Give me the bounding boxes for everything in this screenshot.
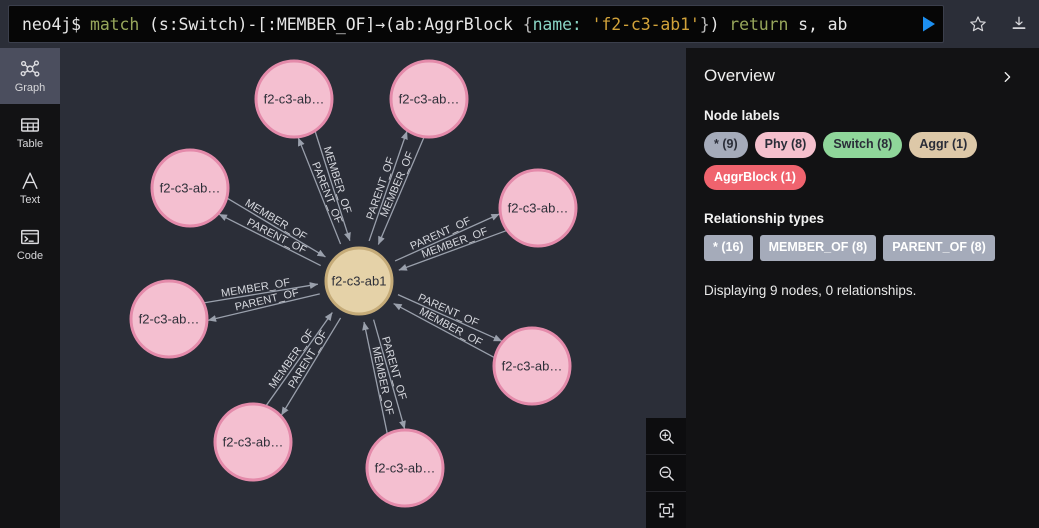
graph-node-circle[interactable] bbox=[365, 428, 445, 508]
graph-edge-label: MEMBER_OF bbox=[220, 277, 291, 300]
graph-node[interactable]: f2-c3-ab… bbox=[213, 402, 293, 482]
collapse-panel-button[interactable] bbox=[997, 67, 1017, 87]
graph-edge-label: PARENT_OF bbox=[416, 292, 481, 330]
graph-edge[interactable] bbox=[207, 293, 320, 322]
download-icon bbox=[1012, 16, 1026, 29]
graph-edge-label: PARENT_OF bbox=[286, 328, 330, 390]
node-label-chip[interactable]: Aggr (1) bbox=[909, 132, 978, 158]
graph-edge[interactable] bbox=[227, 197, 326, 258]
graph-center-node-circle[interactable] bbox=[324, 246, 394, 316]
play-icon bbox=[923, 16, 935, 32]
text-icon bbox=[22, 172, 38, 190]
graph-edge[interactable] bbox=[280, 317, 342, 416]
chevron-right-icon bbox=[1004, 71, 1011, 83]
graph-edge-label: PARENT_OF bbox=[309, 160, 344, 225]
graph-node[interactable]: f2-c3-ab… bbox=[129, 279, 209, 359]
graph-edge[interactable] bbox=[204, 282, 319, 304]
graph-node[interactable]: f2-c3-ab… bbox=[365, 428, 445, 508]
graph-edge[interactable] bbox=[372, 319, 406, 430]
graph-visualization[interactable]: MEMBER_OF PARENT_OF MEMBER_OF PARENT_OF MEMB… bbox=[60, 48, 686, 528]
graph-node-circle[interactable] bbox=[254, 59, 334, 139]
sidebar-item-graph[interactable]: Graph bbox=[0, 48, 60, 104]
node-label-chip[interactable]: Phy (8) bbox=[754, 132, 817, 158]
sidebar-item-text[interactable]: Text bbox=[0, 160, 60, 216]
graph-edge-label: PARENT_OF bbox=[245, 217, 309, 257]
overview-header: Overview bbox=[704, 66, 1017, 87]
query-editor[interactable]: neo4j$ match (s:Switch)-[:MEMBER_OF]→(ab… bbox=[8, 5, 944, 43]
relationship-types-title: Relationship types bbox=[704, 211, 825, 226]
graph-center-node[interactable]: f2-c3-ab1 bbox=[324, 246, 394, 316]
sidebar-item-label: Code bbox=[16, 250, 44, 262]
graph-node[interactable]: f2-c3-ab… bbox=[150, 148, 230, 228]
favorite-button[interactable] bbox=[966, 12, 990, 36]
node-label-chip[interactable]: AggrBlock (1) bbox=[704, 164, 806, 190]
zoom-controls bbox=[646, 418, 686, 528]
sidebar-item-code[interactable]: Code bbox=[0, 216, 60, 272]
sidebar-item-table[interactable]: Table bbox=[0, 104, 60, 160]
relationship-type-chip[interactable]: PARENT_OF (8) bbox=[883, 235, 995, 261]
sidebar-item-label: Graph bbox=[14, 82, 46, 94]
panel-title: Overview bbox=[704, 66, 775, 85]
code-icon bbox=[21, 229, 39, 245]
sidebar-item-label: Text bbox=[19, 194, 41, 206]
query-editor-bar: neo4j$ match (s:Switch)-[:MEMBER_OF]→(ab… bbox=[0, 0, 1039, 48]
node-labels-title: Node labels bbox=[704, 108, 780, 123]
editor-prompt: neo4j$ bbox=[22, 14, 82, 34]
star-icon bbox=[970, 16, 986, 32]
view-mode-rail: Graph Table Text Code bbox=[0, 48, 60, 528]
graph-edge-label: MEMBER_OF bbox=[420, 225, 490, 260]
graph-node[interactable]: f2-c3-ab… bbox=[389, 59, 469, 139]
graph-edge[interactable] bbox=[218, 213, 321, 267]
relationship-type-chip[interactable]: MEMBER_OF (8) bbox=[759, 235, 877, 261]
neo4j-browser-window: neo4j$ match (s:Switch)-[:MEMBER_OF]→(ab… bbox=[0, 0, 1039, 528]
fit-to-screen-button[interactable] bbox=[646, 491, 686, 528]
zoom-in-icon bbox=[659, 429, 674, 444]
zoom-out-button[interactable] bbox=[646, 454, 686, 491]
node-labels-chip-list: * (9) Phy (8) Switch (8) Aggr (1) AggrBlock … bbox=[704, 132, 1017, 190]
graph-edge[interactable] bbox=[368, 130, 408, 242]
table-icon bbox=[21, 118, 39, 132]
graph-edge[interactable] bbox=[398, 230, 507, 271]
fit-to-screen-icon bbox=[658, 502, 674, 518]
run-query-button[interactable] bbox=[916, 11, 942, 37]
graph-node[interactable]: f2-c3-ab… bbox=[492, 326, 572, 406]
graph-node-circle[interactable] bbox=[498, 168, 578, 248]
download-button[interactable] bbox=[1007, 12, 1031, 36]
node-label-chip[interactable]: * (9) bbox=[704, 132, 748, 158]
graph-edge[interactable] bbox=[394, 213, 500, 262]
status-text: Displaying 9 nodes, 0 relationships. bbox=[704, 282, 917, 298]
graph-node-circle[interactable] bbox=[150, 148, 230, 228]
graph-edge[interactable] bbox=[265, 312, 333, 406]
graph-edge-label: MEMBER_OF bbox=[267, 327, 317, 391]
zoom-out-icon bbox=[659, 466, 674, 481]
graph-node-circle[interactable] bbox=[389, 59, 469, 139]
graph-edge-label: MEMBER_OF bbox=[243, 197, 309, 243]
graph-svg[interactable]: MEMBER_OFPARENT_OF MEMBER_OFPARENT_OFMEMB… bbox=[60, 48, 686, 528]
graph-edge[interactable] bbox=[362, 321, 388, 434]
graph-edge[interactable] bbox=[377, 137, 425, 245]
graph-node[interactable]: f2-c3-ab… bbox=[254, 59, 334, 139]
graph-icon bbox=[20, 60, 40, 77]
graph-edge-label: MEMBER_OF bbox=[417, 306, 484, 350]
graph-node[interactable]: f2-c3-ab… bbox=[498, 168, 578, 248]
graph-nodes[interactable]: f2-c3-ab… f2-c3-ab…f2-c3-ab…f2-c3-ab…f2-c… bbox=[129, 59, 578, 508]
query-text[interactable]: match (s:Switch)-[:MEMBER_OF]→(ab:AggrBl… bbox=[81, 15, 847, 34]
graph-node-circle[interactable] bbox=[492, 326, 572, 406]
relationship-types-chip-list: * (16) MEMBER_OF (8) PARENT_OF (8) bbox=[704, 235, 1017, 261]
graph-node-circle[interactable] bbox=[129, 279, 209, 359]
zoom-in-button[interactable] bbox=[646, 418, 686, 454]
relationship-type-chip[interactable]: * (16) bbox=[704, 235, 753, 261]
graph-node-circle[interactable] bbox=[213, 402, 293, 482]
overview-panel: Overview Node labels * (9) Phy (8) Switch … bbox=[686, 48, 1039, 528]
sidebar-item-label: Table bbox=[16, 138, 44, 150]
node-label-chip[interactable]: Switch (8) bbox=[823, 132, 903, 158]
